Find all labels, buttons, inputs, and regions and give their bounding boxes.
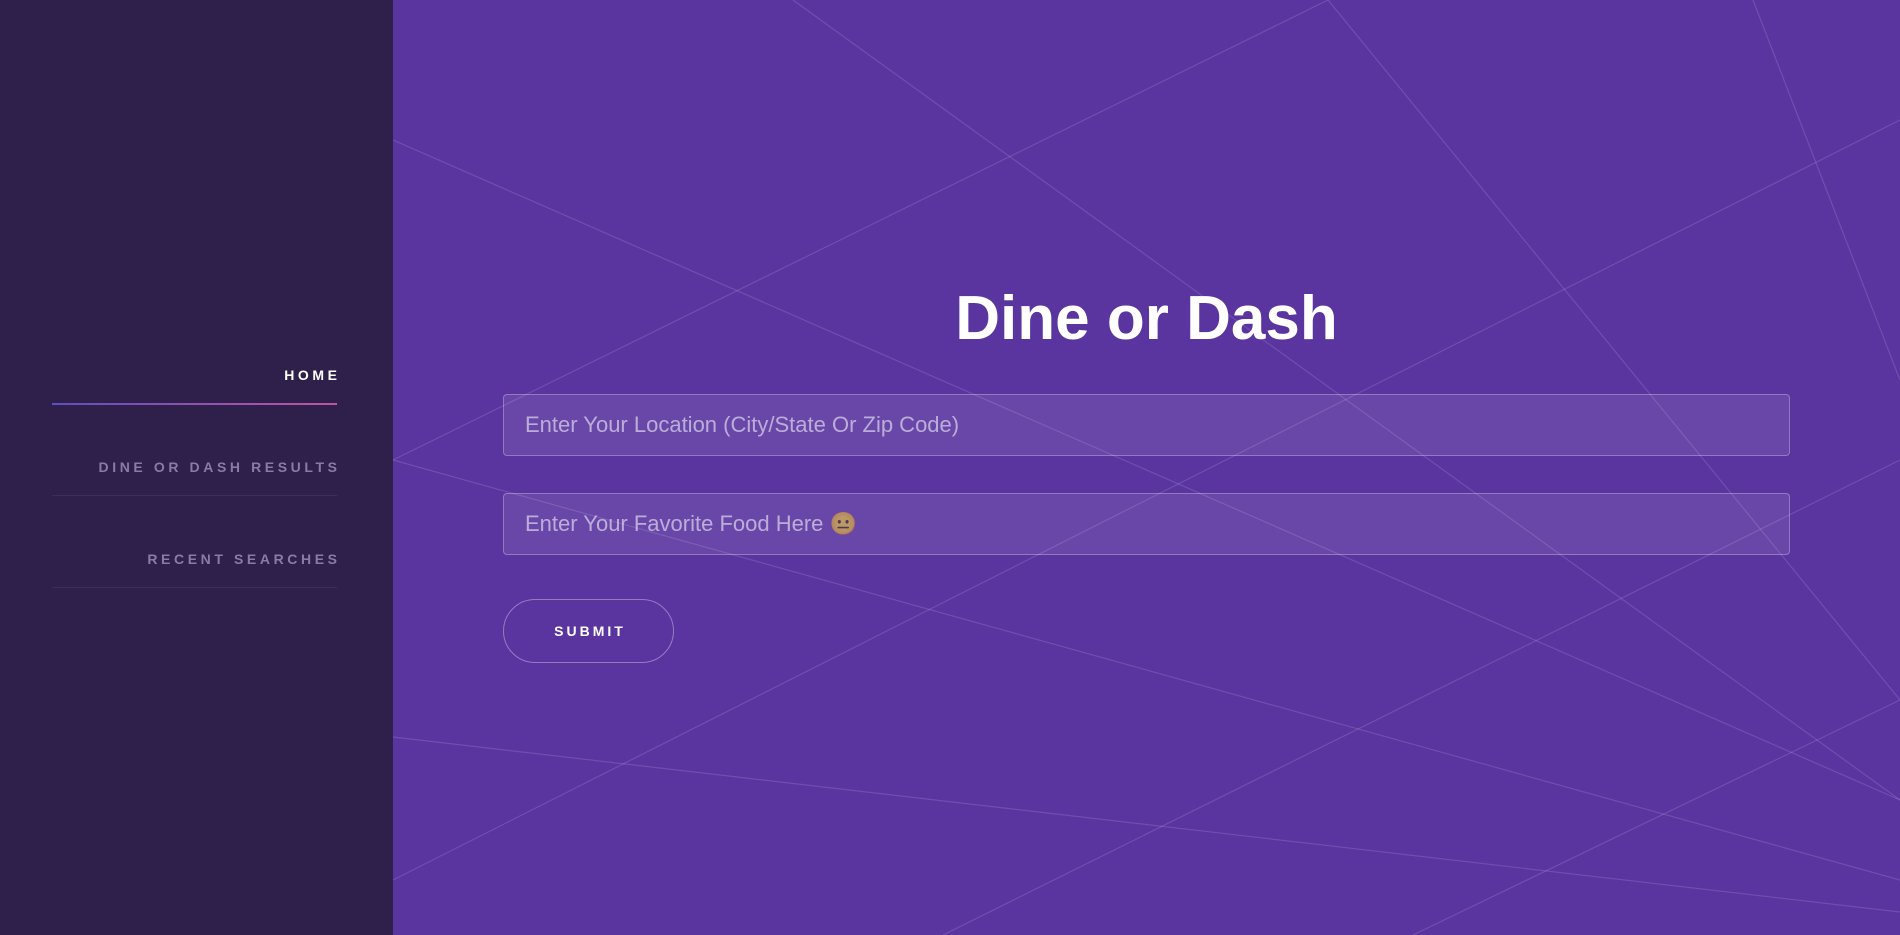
favorite-food-input[interactable]: [503, 493, 1790, 555]
nav-divider: [52, 587, 337, 588]
location-input[interactable]: [503, 394, 1790, 456]
submit-button[interactable]: SUBMIT: [503, 599, 674, 663]
search-form: Dine or Dash SUBMIT: [503, 280, 1790, 663]
sidebar: HOME DINE OR DASH RESULTS RECENT SEARCHE…: [0, 0, 393, 935]
main-panel: Dine or Dash SUBMIT: [393, 0, 1900, 935]
app-window: HOME DINE OR DASH RESULTS RECENT SEARCHE…: [0, 0, 1900, 935]
sidebar-nav: HOME DINE OR DASH RESULTS RECENT SEARCHE…: [52, 355, 337, 631]
sidebar-item-results[interactable]: DINE OR DASH RESULTS: [52, 447, 337, 539]
sidebar-item-recent-searches[interactable]: RECENT SEARCHES: [52, 539, 337, 631]
sidebar-item-label: RECENT SEARCHES: [147, 551, 341, 567]
nav-divider: [52, 495, 337, 496]
page-title: Dine or Dash: [955, 284, 1338, 353]
active-underline: [52, 403, 337, 405]
sidebar-item-home[interactable]: HOME: [52, 355, 337, 447]
sidebar-item-label: DINE OR DASH RESULTS: [98, 459, 341, 475]
sidebar-item-label: HOME: [284, 367, 341, 383]
